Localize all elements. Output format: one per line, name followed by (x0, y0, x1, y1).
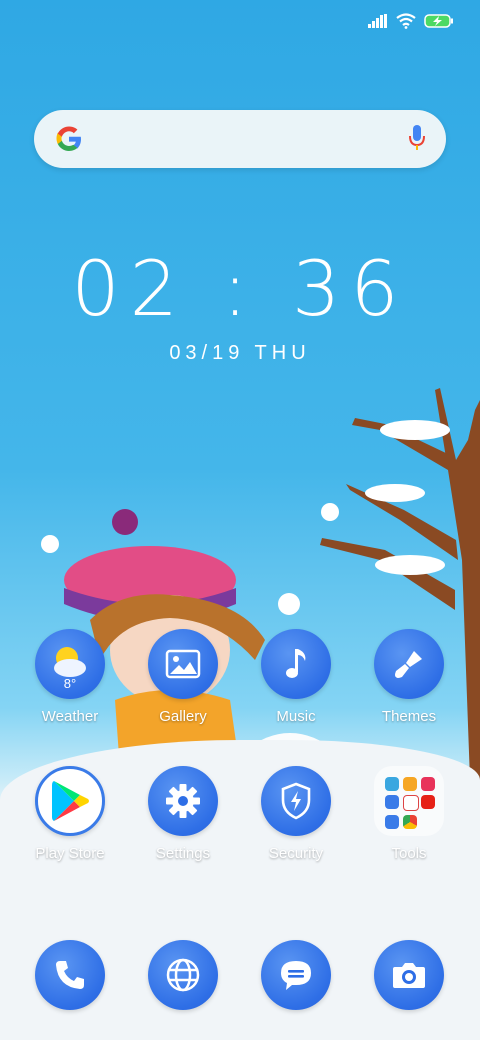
folder-app-icon (403, 815, 417, 829)
folder-app-icon (385, 815, 399, 829)
play-store-label: Play Store (35, 845, 105, 862)
play-store-icon (52, 781, 89, 821)
security-label: Security (268, 845, 324, 862)
dock-camera[interactable] (374, 940, 444, 1010)
signal-icon (368, 14, 387, 28)
camera-icon (393, 963, 425, 988)
status-bar (368, 10, 454, 32)
play-store-app-icon[interactable] (35, 766, 105, 836)
battery-charging-icon (424, 14, 453, 28)
folder-app-icon (403, 795, 419, 811)
folder-app-icon (385, 777, 399, 791)
paintbrush-icon (395, 651, 422, 678)
settings-label: Settings (155, 845, 211, 862)
wifi-icon (396, 13, 416, 29)
google-logo-icon (56, 126, 81, 151)
music-note-icon (286, 649, 306, 678)
security-app-icon[interactable] (261, 766, 331, 836)
phone-icon (56, 961, 84, 989)
dock-phone[interactable] (35, 940, 105, 1010)
clock-date[interactable]: 03/19 THU (0, 342, 480, 365)
tools-folder[interactable] (374, 766, 444, 836)
weather-app-icon[interactable]: 8° (35, 629, 105, 699)
clock-time[interactable]: 02 : 36 (0, 244, 480, 333)
tools-label: Tools (391, 845, 427, 862)
folder-app-icon (403, 777, 417, 791)
folder-app-icon (421, 777, 435, 791)
themes-app-icon[interactable] (374, 629, 444, 699)
voice-search-icon[interactable] (408, 124, 426, 152)
shield-icon (281, 782, 311, 820)
music-label: Music (276, 708, 316, 725)
settings-app-icon[interactable] (148, 766, 218, 836)
gallery-label: Gallery (159, 708, 207, 725)
folder-app-icon (421, 795, 435, 809)
google-search-bar[interactable] (34, 110, 446, 168)
dock-browser[interactable] (148, 940, 218, 1010)
image-icon (165, 649, 201, 679)
gallery-app-icon[interactable] (148, 629, 218, 699)
folder-app-icon (385, 795, 399, 809)
weather-sun-cloud-icon: 8° (54, 647, 86, 690)
message-bubble-icon (281, 961, 311, 990)
weather-label: Weather (41, 708, 99, 725)
dock-messages[interactable] (261, 940, 331, 1010)
globe-icon (166, 958, 200, 992)
themes-label: Themes (381, 708, 437, 725)
weather-temperature: 8° (64, 676, 76, 690)
music-app-icon[interactable] (261, 629, 331, 699)
gear-icon (166, 784, 200, 818)
